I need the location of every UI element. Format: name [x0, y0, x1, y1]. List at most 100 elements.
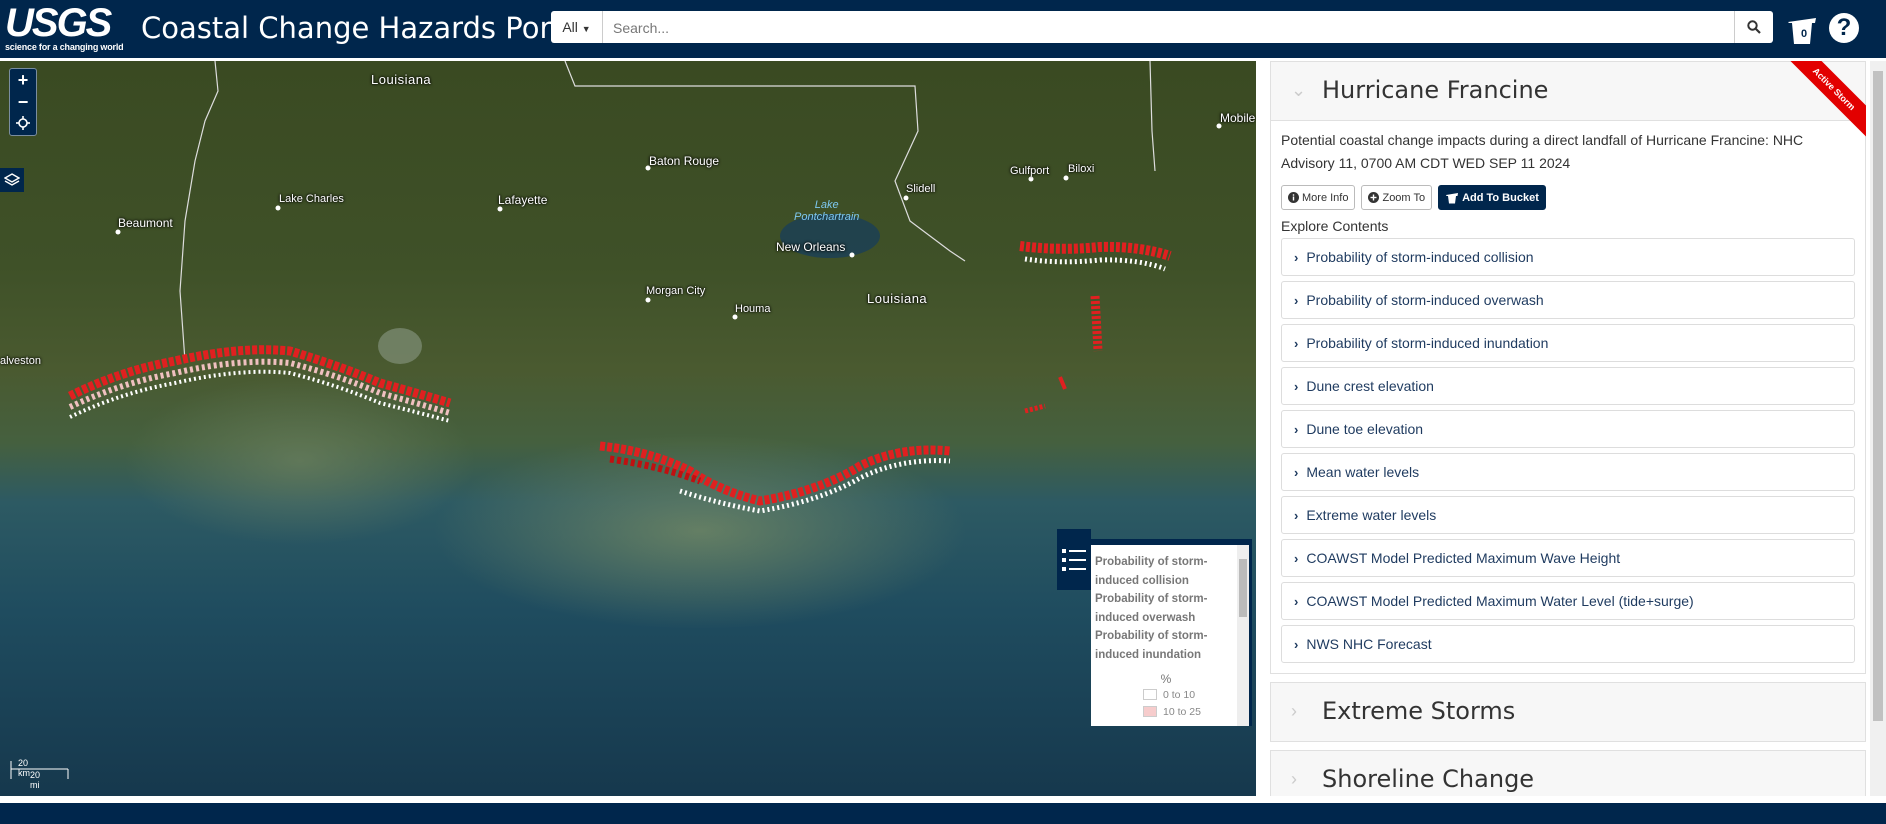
- crosshair-icon: [16, 116, 30, 130]
- chevron-right-icon: ›: [1294, 292, 1299, 308]
- side-panel: ⌄ Hurricane Francine Active Storm Potent…: [1270, 61, 1866, 796]
- content-item[interactable]: › Probability of storm-induced overwash: [1281, 281, 1855, 319]
- locate-button[interactable]: [10, 113, 36, 135]
- hazard-shoreline-la: [599, 441, 951, 514]
- content-item-label: Mean water levels: [1306, 464, 1420, 480]
- content-item[interactable]: › Extreme water levels: [1281, 496, 1855, 534]
- map-label-houma: Houma: [735, 303, 771, 315]
- chevron-right-icon: ›: [1294, 507, 1299, 523]
- chevron-right-icon: ›: [1291, 769, 1297, 789]
- bucket-button[interactable]: 0: [1785, 14, 1819, 46]
- content-item[interactable]: › Mean water levels: [1281, 453, 1855, 491]
- legend-content: Probability of storm-induced collision P…: [1091, 545, 1249, 726]
- footer-bar: [0, 803, 1886, 824]
- map-label-gulfport: Gulfport: [1010, 165, 1050, 177]
- content-item-label: COAWST Model Predicted Maximum Wave Heig…: [1306, 550, 1621, 566]
- content-item-label: Probability of storm-induced overwash: [1306, 292, 1544, 308]
- content-item-label: Probability of storm-induced inundation: [1306, 335, 1549, 351]
- content-item-label: Probability of storm-induced collision: [1306, 249, 1534, 265]
- chevron-down-icon: ⌄: [1291, 80, 1307, 100]
- content-item[interactable]: › NWS NHC Forecast: [1281, 625, 1855, 663]
- section-title: Shoreline Change: [1322, 765, 1535, 793]
- more-info-button[interactable]: More Info: [1281, 185, 1356, 210]
- header-bar: USGS science for a changing world Coasta…: [0, 0, 1886, 58]
- section-extreme-storms[interactable]: › Extreme Storms: [1270, 682, 1866, 742]
- chevron-right-icon: ›: [1291, 701, 1297, 721]
- legend-swatch: [1143, 689, 1157, 700]
- legend-swatch-row: 0 to 10: [1143, 686, 1249, 703]
- help-button[interactable]: ?: [1829, 13, 1859, 43]
- zoom-out-button[interactable]: −: [10, 91, 36, 113]
- legend-swatch: [1143, 706, 1157, 717]
- content-item[interactable]: › COAWST Model Predicted Maximum Wave Hei…: [1281, 539, 1855, 577]
- logo-text: USGS: [5, 1, 112, 45]
- content-item[interactable]: › Probability of storm-induced inundation: [1281, 324, 1855, 362]
- search-input[interactable]: [611, 11, 1715, 45]
- bucket-count: 0: [1800, 28, 1808, 40]
- map-label-biloxi: Biloxi: [1068, 163, 1095, 175]
- layers-icon: [4, 173, 20, 186]
- map-label-louisiana-south: Louisiana: [867, 291, 928, 306]
- usgs-logo[interactable]: USGS science for a changing world: [5, 1, 124, 52]
- chevron-right-icon: ›: [1294, 636, 1299, 652]
- content-item[interactable]: › COAWST Model Predicted Maximum Water Le…: [1281, 582, 1855, 620]
- search-category-dropdown[interactable]: All ▼: [551, 11, 603, 43]
- map-label-louisiana-north: Louisiana: [371, 72, 432, 87]
- chevron-right-icon: ›: [1294, 378, 1299, 394]
- content-item-label: Dune crest elevation: [1306, 378, 1434, 394]
- legend-item: Probability of storm-induced collision: [1095, 556, 1208, 587]
- info-icon: [1288, 192, 1299, 203]
- content-item-label: COAWST Model Predicted Maximum Water Lev…: [1306, 593, 1694, 609]
- panel-scrollbar[interactable]: [1870, 61, 1886, 796]
- section-shoreline-change[interactable]: › Shoreline Change: [1270, 750, 1866, 796]
- section-title: Extreme Storms: [1322, 697, 1516, 725]
- map-label-mobile: Mobile: [1220, 111, 1256, 125]
- zoom-to-button[interactable]: Zoom To: [1361, 185, 1433, 210]
- map-label-lafayette: Lafayette: [498, 193, 548, 207]
- map-label-lake-charles: Lake Charles: [279, 193, 344, 205]
- storm-description: Potential coastal change impacts during …: [1281, 132, 1804, 171]
- legend-swatch-row: 10 to 25: [1143, 703, 1249, 720]
- search-bar: All ▼: [551, 11, 1773, 45]
- explore-contents-label: Explore Contents: [1281, 218, 1389, 234]
- layers-button[interactable]: [0, 168, 24, 192]
- bucket-icon: [1446, 192, 1459, 203]
- active-storm-body: Potential coastal change impacts during …: [1270, 121, 1866, 674]
- content-item[interactable]: › Dune toe elevation: [1281, 410, 1855, 448]
- legend-unit: %: [1160, 672, 1172, 686]
- search-icon: [1747, 20, 1761, 34]
- map-label-beaumont: Beaumont: [118, 216, 173, 230]
- zoom-in-button[interactable]: +: [10, 69, 36, 91]
- content-item[interactable]: › Probability of storm-induced collision: [1281, 238, 1855, 276]
- app-title: Coastal Change Hazards Portal: [141, 11, 589, 45]
- active-storm-title: Hurricane Francine: [1322, 76, 1549, 104]
- map-label-morgan-city: Morgan City: [646, 285, 706, 297]
- map-view[interactable]: Louisiana Mobile Baton Rouge Lafayette L…: [0, 61, 1256, 796]
- zoom-control: + −: [9, 68, 37, 136]
- map-label-new-orleans: New Orleans: [776, 240, 846, 254]
- chevron-right-icon: ›: [1294, 421, 1299, 437]
- chevron-right-icon: ›: [1294, 550, 1299, 566]
- map-label-lake-pontchartrain: Lake Pontchartrain: [794, 199, 860, 223]
- map-label-slidell: Slidell: [906, 183, 936, 195]
- legend-swatch-label: 0 to 10: [1163, 688, 1196, 701]
- legend-item: Probability of storm-induced inundation: [1095, 630, 1208, 661]
- active-storm-header[interactable]: ⌄ Hurricane Francine Active Storm: [1270, 61, 1866, 140]
- legend-scroll-thumb[interactable]: [1239, 559, 1247, 617]
- panel-scroll-thumb[interactable]: [1873, 71, 1883, 721]
- add-to-bucket-button[interactable]: Add To Bucket: [1438, 185, 1546, 210]
- content-item-label: Extreme water levels: [1306, 507, 1437, 523]
- logo-tagline: science for a changing world: [5, 42, 124, 52]
- legend-toggle-button[interactable]: [1057, 529, 1091, 590]
- map-legend: Probability of storm-induced collision P…: [1091, 539, 1252, 726]
- chevron-right-icon: ›: [1294, 335, 1299, 351]
- content-item[interactable]: › Dune crest elevation: [1281, 367, 1855, 405]
- chevron-right-icon: ›: [1294, 249, 1299, 265]
- plus-circle-icon: [1368, 192, 1380, 203]
- search-button[interactable]: [1734, 11, 1773, 43]
- legend-scrollbar[interactable]: [1237, 545, 1249, 726]
- action-buttons: More Info Zoom To Add To Bucket: [1281, 185, 1855, 210]
- search-category-label: All: [562, 19, 578, 35]
- hazard-shoreline-ms: [1019, 241, 1172, 414]
- legend-item: Probability of storm-induced overwash: [1095, 593, 1208, 624]
